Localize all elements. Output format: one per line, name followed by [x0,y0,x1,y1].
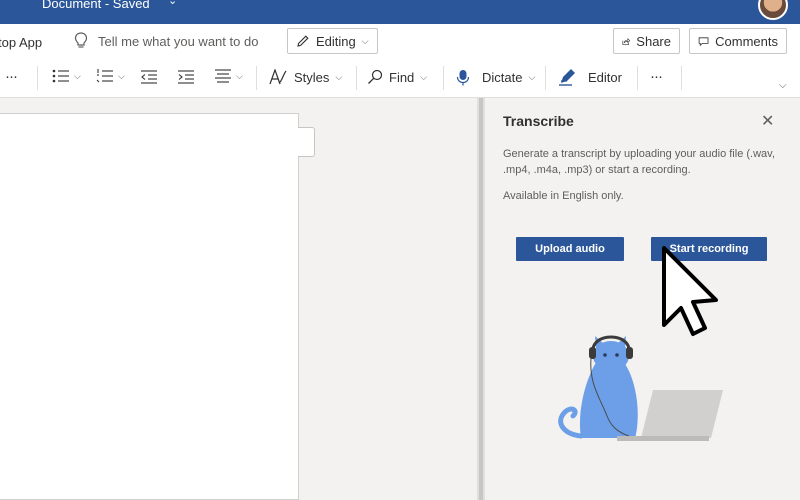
search-icon [368,69,383,84]
document-title[interactable]: Document - Saved [42,0,150,11]
numbering-button[interactable]: ⌵ [96,68,125,84]
editor-label: Editor [588,69,622,85]
dictate-button[interactable]: Dictate ⌵ [456,69,535,86]
chevron-down-icon: ⌵ [420,71,428,82]
chevron-down-icon[interactable]: ⌵ [779,80,787,91]
more-options-left-icon[interactable]: ··· [5,68,18,85]
editing-label: Editing [316,33,356,49]
document-page[interactable] [0,113,299,500]
chevron-down-icon: ⌵ [361,35,369,46]
find-label: Find [389,69,415,85]
find-button[interactable]: Find ⌵ [367,69,427,85]
bullets-button[interactable]: ⌵ [52,68,81,84]
ribbon-divider [681,66,682,90]
page-side-tab[interactable] [298,127,315,157]
microphone-icon [456,70,470,86]
numbered-list-icon [96,69,113,83]
styles-label: Styles [294,69,330,85]
pencil-icon [297,35,309,47]
language-note: Available in English only. [503,190,624,202]
decrease-indent-button[interactable] [140,69,158,88]
chevron-down-icon: ⌵ [528,72,536,82]
ribbon-divider [637,66,638,90]
styles-icon [269,69,287,85]
comments-button[interactable]: Comments [689,28,787,54]
open-desktop-app-button[interactable]: top App [0,35,42,50]
close-icon[interactable]: ✕ [761,111,774,131]
ribbon-divider [356,66,357,90]
pane-title: Transcribe [503,113,574,129]
more-options-icon[interactable]: ··· [650,68,663,85]
increase-indent-button[interactable] [177,69,195,88]
transcribe-pane: Transcribe ✕ Generate a transcript by up… [485,98,795,500]
bullet-list-icon [52,69,69,83]
tell-me-search[interactable]: Tell me what you want to do [74,32,258,50]
styles-button[interactable]: Styles ⌵ [268,69,342,85]
editing-mode-button[interactable]: Editing ⌵ [287,28,378,54]
ribbon-divider [443,66,444,90]
pane-description: Generate a transcript by uploading your … [503,148,775,176]
editor-button[interactable]: Editor [558,68,622,86]
editor-pen-icon [559,69,575,86]
cat-headphones-illustration [558,335,723,441]
paragraph-align-button[interactable]: ⌵ [214,68,243,84]
share-label: Share [636,33,671,49]
dictate-label: Dictate [482,70,523,85]
increase-indent-icon [178,70,194,84]
chevron-down-icon: ⌵ [74,70,81,81]
share-icon [622,37,631,45]
tell-me-input[interactable]: Tell me what you want to do [98,34,258,49]
chevron-down-icon: ⌵ [236,70,243,81]
chevron-down-icon: ⌵ [118,70,125,81]
avatar[interactable] [758,0,788,20]
chevron-down-icon: ⌵ [335,71,343,82]
comment-icon [698,36,709,46]
title-bar: Document - Saved ⌄ [0,0,800,24]
decrease-indent-icon [141,70,157,84]
pane-splitter[interactable] [477,98,485,500]
ribbon-divider [256,66,257,90]
comments-label: Comments [715,33,778,49]
share-button[interactable]: Share [613,28,680,54]
align-icon [215,69,231,83]
lightbulb-icon [74,32,88,48]
chevron-down-icon[interactable]: ⌄ [168,0,177,7]
ribbon-divider [545,66,546,90]
command-bar: top App Tell me what you want to do Edit… [0,24,800,60]
ribbon-divider [37,66,38,90]
cursor-icon [662,246,718,336]
upload-audio-button[interactable]: Upload audio [516,237,624,261]
